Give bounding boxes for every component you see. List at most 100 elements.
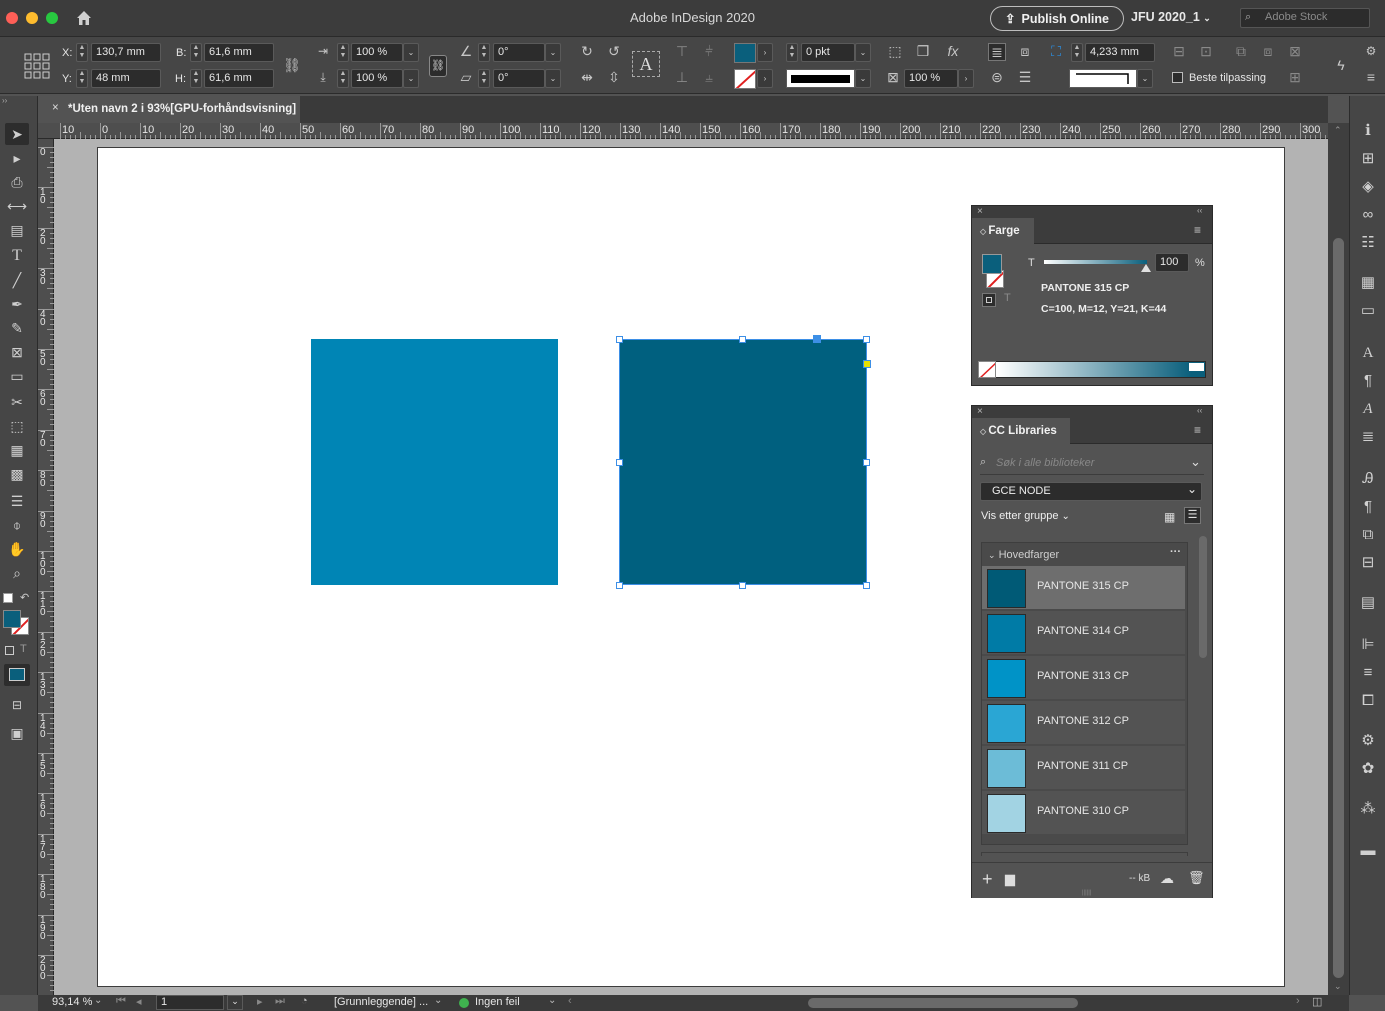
- last-page-icon[interactable]: ⏭: [275, 995, 285, 1008]
- shear-stepper[interactable]: ▲ ▼: [478, 69, 490, 88]
- library-search[interactable]: ⌕ Søk i alle biblioteker ⌄: [980, 453, 1204, 475]
- selection-tool-icon[interactable]: ➤: [5, 123, 29, 145]
- scroll-down-icon[interactable]: ⌄: [1334, 981, 1342, 992]
- grid-view-icon[interactable]: ▦: [1164, 510, 1175, 524]
- align-top-icon[interactable]: ⊤: [673, 43, 691, 61]
- swatch-row[interactable]: PANTONE 312 CP: [982, 701, 1185, 744]
- opacity-dropdown[interactable]: ›: [958, 69, 974, 88]
- close-window-icon[interactable]: [6, 12, 18, 24]
- direct-selection-tool-icon[interactable]: ▸: [5, 147, 29, 169]
- line-tool-icon[interactable]: ╱: [5, 269, 29, 291]
- formatting-text-icon[interactable]: T: [1004, 292, 1011, 304]
- scroll-up-icon[interactable]: ⌃: [1334, 125, 1342, 136]
- note-tool-icon[interactable]: ☰: [5, 490, 29, 512]
- handle-top-right[interactable]: [863, 336, 870, 343]
- link-scale-icon[interactable]: ⛓: [429, 55, 447, 77]
- minimize-window-icon[interactable]: [26, 12, 38, 24]
- rotate-clockwise-icon[interactable]: ↻: [578, 43, 596, 61]
- none-color-icon[interactable]: [978, 361, 996, 378]
- pathfinder-icon[interactable]: ⧠: [1356, 690, 1380, 712]
- split-window-icon[interactable]: ◫: [1312, 995, 1322, 1008]
- close-panel-icon[interactable]: ×: [977, 406, 983, 417]
- zoom-tool-icon[interactable]: ⌕: [5, 562, 29, 584]
- scissors-tool-icon[interactable]: ✂: [5, 391, 29, 413]
- page-dropdown[interactable]: ⌄: [227, 995, 243, 1010]
- corner-shape-selector[interactable]: [1069, 69, 1137, 88]
- square-left[interactable]: [311, 339, 558, 585]
- adobe-stock-search[interactable]: ⌕ Adobe Stock: [1240, 8, 1370, 28]
- shear-dropdown[interactable]: ⌄: [545, 69, 561, 88]
- chevron-down-icon[interactable]: ⌄: [1190, 454, 1201, 470]
- table-styles-icon[interactable]: ⊟: [1356, 552, 1380, 574]
- flip-horizontal-icon[interactable]: ⇹: [578, 69, 596, 87]
- stroke-weight-stepper[interactable]: ▲ ▼: [786, 43, 798, 62]
- tab-farge[interactable]: ◇ Farge: [972, 218, 1034, 244]
- previous-page-icon[interactable]: ◂: [136, 995, 142, 1008]
- stroke-type-selector[interactable]: [786, 69, 855, 88]
- text-wrap-shape-icon[interactable]: ⊜: [988, 69, 1006, 87]
- collapse-tools-icon[interactable]: ››: [0, 96, 38, 108]
- frame-fitting-options-icon[interactable]: ⊞: [1286, 69, 1304, 87]
- stroke-dropdown[interactable]: ›: [757, 69, 773, 88]
- stroke-weight-dropdown[interactable]: ⌄: [855, 43, 871, 62]
- center-content-icon[interactable]: ⧈: [1259, 43, 1277, 61]
- fill-dropdown[interactable]: ›: [757, 43, 773, 62]
- document-style[interactable]: [Grunnleggende] ...: [334, 996, 428, 1008]
- handle-top-middle[interactable]: [739, 336, 746, 343]
- distribute-horizontal-icon[interactable]: ⫩: [700, 43, 718, 61]
- y-stepper[interactable]: ▲ ▼: [76, 69, 88, 88]
- collapse-panel-icon[interactable]: ‹‹: [1197, 406, 1202, 415]
- text-wrap-icon[interactable]: ¶: [1356, 496, 1380, 518]
- handle-bottom-middle[interactable]: [739, 582, 746, 589]
- home-icon[interactable]: [75, 9, 93, 27]
- pages-icon[interactable]: ⊞: [1356, 148, 1380, 170]
- width-stepper[interactable]: ▲ ▼: [190, 43, 202, 62]
- square-right-selected[interactable]: [619, 339, 867, 585]
- x-field[interactable]: 130,7 mm: [91, 43, 161, 62]
- handle-bottom-right[interactable]: [863, 582, 870, 589]
- handle-top-left[interactable]: [616, 336, 623, 343]
- group-header[interactable]: ⌄ Hovedfarger: [988, 549, 1059, 561]
- preflight-status[interactable]: Ingen feil: [475, 996, 520, 1008]
- add-content-icon[interactable]: +: [982, 869, 993, 890]
- scale-x-stepper[interactable]: ▲ ▼: [337, 43, 349, 62]
- gap-stepper[interactable]: ▲ ▼: [1071, 43, 1083, 62]
- swatch-row[interactable]: PANTONE 311 CP: [982, 746, 1185, 789]
- document-tab[interactable]: × *Uten navn 2 i 93%[GPU-forhåndsvisning…: [38, 96, 300, 123]
- opacity-field[interactable]: 100 %: [904, 69, 958, 88]
- formatting-container-icon[interactable]: [982, 293, 996, 307]
- publish-online-button[interactable]: ⇪ Publish Online: [990, 6, 1124, 31]
- paragraph-icon[interactable]: ¶: [1356, 370, 1380, 392]
- swatch-row[interactable]: PANTONE 315 CP: [982, 566, 1185, 609]
- text-wrap-none-icon[interactable]: ≣: [988, 43, 1006, 61]
- formatting-container-icon[interactable]: [5, 646, 14, 655]
- corner-shape-dropdown[interactable]: ⌄: [1137, 69, 1153, 88]
- rectangle-frame-tool-icon[interactable]: ⊠: [5, 341, 29, 363]
- fill-swatch[interactable]: [734, 43, 756, 63]
- rotate-dropdown[interactable]: ⌄: [545, 43, 561, 62]
- drop-shadow-icon[interactable]: ❒: [914, 43, 932, 61]
- layers-icon[interactable]: ◈: [1356, 176, 1380, 198]
- tint-slider[interactable]: [1044, 260, 1147, 264]
- scale-x-field[interactable]: 100 %: [351, 43, 403, 62]
- stroke-type-dropdown[interactable]: ⌄: [855, 69, 871, 88]
- character-icon[interactable]: A: [1356, 342, 1380, 364]
- resize-grip-icon[interactable]: ||||||: [1082, 890, 1091, 896]
- height-field[interactable]: 61,6 mm: [204, 69, 274, 88]
- object-styles-icon[interactable]: ⧉: [1356, 524, 1380, 546]
- gap-field[interactable]: 4,233 mm: [1085, 43, 1155, 62]
- content-aware-fit-icon[interactable]: ⊠: [1286, 43, 1304, 61]
- scale-y-dropdown[interactable]: ⌄: [403, 69, 419, 88]
- drop-shadow-frame-icon[interactable]: ⬚: [886, 43, 904, 61]
- table-icon[interactable]: ▤: [1356, 592, 1380, 614]
- pen-tool-icon[interactable]: ✒: [5, 293, 29, 315]
- effects-fx-icon[interactable]: fx: [944, 43, 962, 61]
- rotate-stepper[interactable]: ▲ ▼: [478, 43, 490, 62]
- stroke-swatch[interactable]: [734, 69, 756, 89]
- effects-icon[interactable]: ⚙: [1356, 730, 1380, 752]
- library-scrollbar[interactable]: [1199, 536, 1207, 658]
- zoom-level[interactable]: 93,14 %: [52, 996, 92, 1008]
- scale-y-stepper[interactable]: ▲ ▼: [337, 69, 349, 88]
- sparkle-icon[interactable]: ⁂: [1356, 798, 1380, 820]
- white-color-chip[interactable]: [1189, 363, 1204, 371]
